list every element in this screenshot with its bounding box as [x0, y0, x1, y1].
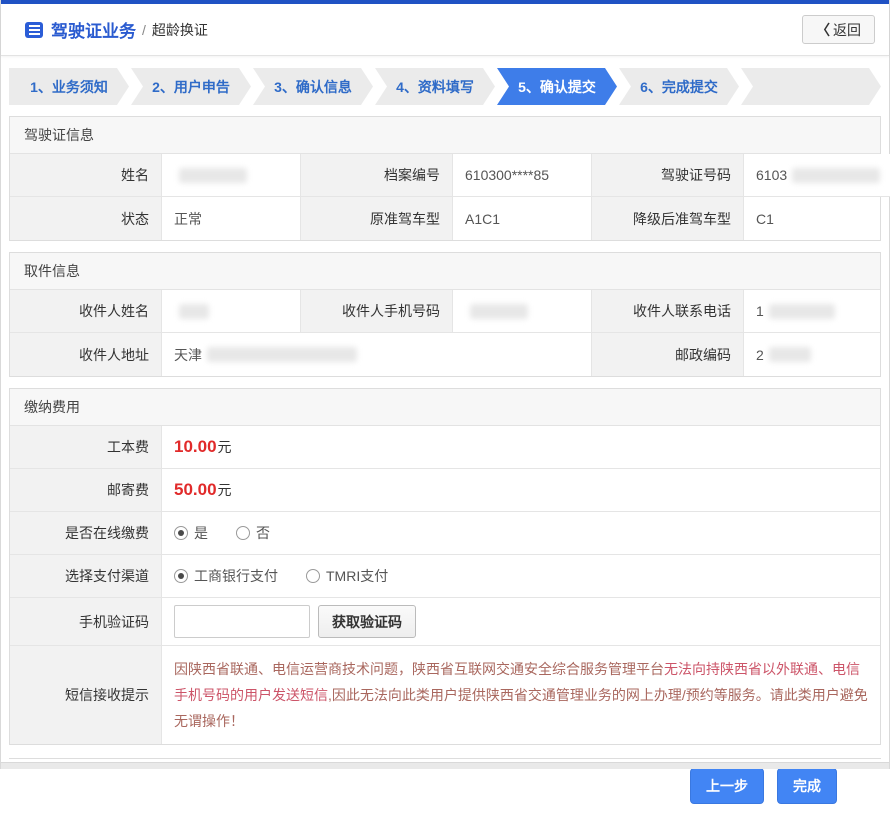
step-5-active[interactable]: 5、确认提交 [497, 68, 617, 105]
redacted-recipient-addr [207, 347, 357, 362]
pay-channel-options: 工商银行支付 TMRI支付 [162, 555, 880, 598]
step-navigation: 1、业务须知 2、用户申告 3、确认信息 4、资料填写 5、确认提交 6、完成提… [9, 68, 881, 105]
step-3[interactable]: 3、确认信息 [253, 68, 373, 105]
license-no-value: 6103 [744, 154, 890, 197]
online-pay-no-option[interactable]: 否 [236, 523, 270, 543]
payment-section-title: 缴纳费用 [10, 389, 880, 426]
orig-class-label: 原准驾车型 [301, 197, 453, 240]
file-no-label: 档案编号 [301, 154, 453, 197]
radio-checked-icon[interactable] [174, 526, 188, 540]
work-fee-label: 工本费 [10, 426, 162, 469]
sms-code-field: 获取验证码 [162, 598, 880, 646]
redacted-recipient-name [179, 304, 209, 319]
pickup-info-section: 取件信息 收件人姓名 收件人手机号码 收件人联系电话 1 收件人地址 天津 邮政… [9, 252, 881, 377]
sms-code-input[interactable] [174, 605, 310, 638]
sms-code-label: 手机验证码 [10, 598, 162, 646]
back-button[interactable]: 〈 返回 [802, 15, 875, 44]
recipient-name-value [162, 290, 301, 333]
status-value: 正常 [162, 197, 301, 240]
breadcrumb-separator: / [142, 22, 146, 38]
license-no-label: 驾驶证号码 [592, 154, 744, 197]
mail-fee-amount: 50.00 [174, 480, 217, 500]
step-6[interactable]: 6、完成提交 [619, 68, 739, 105]
license-info-section: 驾驶证信息 姓名 档案编号 610300****85 驾驶证号码 6103 状态… [9, 116, 881, 241]
finish-button[interactable]: 完成 [777, 768, 837, 804]
recipient-mobile-value [453, 290, 592, 333]
step-2[interactable]: 2、用户申告 [131, 68, 251, 105]
recipient-phone-value: 1 [744, 290, 880, 333]
downgrade-class-label: 降级后准驾车型 [592, 197, 744, 240]
work-fee-value: 10.00 元 [162, 426, 880, 469]
get-sms-code-button[interactable]: 获取验证码 [318, 605, 416, 638]
payment-section: 缴纳费用 工本费 10.00 元 邮寄费 50.00 元 是否在线缴费 是 否 [9, 388, 881, 745]
recipient-mobile-label: 收件人手机号码 [301, 290, 453, 333]
pay-channel-tmri-label: TMRI支付 [326, 566, 388, 586]
online-pay-options: 是 否 [162, 512, 880, 555]
recipient-addr-label: 收件人地址 [10, 333, 162, 376]
postal-code-value: 2 [744, 333, 880, 376]
back-button-label: 返回 [833, 20, 861, 40]
breadcrumb-current: 超龄换证 [152, 20, 208, 40]
radio-unchecked-icon[interactable] [306, 569, 320, 583]
online-pay-yes-option[interactable]: 是 [174, 523, 208, 543]
redacted-name [179, 168, 247, 183]
previous-step-button[interactable]: 上一步 [690, 768, 764, 804]
online-pay-no-label: 否 [256, 523, 270, 543]
step-4[interactable]: 4、资料填写 [375, 68, 495, 105]
page-title: 驾驶证业务 [51, 17, 136, 42]
license-section-title: 驾驶证信息 [10, 117, 880, 154]
sms-notice-label: 短信接收提示 [10, 646, 162, 744]
redacted-license-no [792, 168, 880, 183]
name-value [162, 154, 301, 197]
work-fee-amount: 10.00 [174, 437, 217, 457]
sms-notice-text: 因陕西省联通、电信运营商技术问题，陕西省互联网交通安全综合服务管理平台无法向持陕… [162, 646, 880, 744]
name-label: 姓名 [10, 154, 162, 197]
recipient-phone-label: 收件人联系电话 [592, 290, 744, 333]
online-pay-label: 是否在线缴费 [10, 512, 162, 555]
pay-channel-icbc-option[interactable]: 工商银行支付 [174, 566, 278, 586]
postal-code-label: 邮政编码 [592, 333, 744, 376]
step-bar-tail [741, 68, 881, 105]
orig-class-value: A1C1 [453, 197, 592, 240]
recipient-addr-value: 天津 [162, 333, 592, 376]
pay-channel-label: 选择支付渠道 [10, 555, 162, 598]
step-1[interactable]: 1、业务须知 [9, 68, 129, 105]
online-pay-yes-label: 是 [194, 523, 208, 543]
status-label: 状态 [10, 197, 162, 240]
mail-fee-value: 50.00 元 [162, 469, 880, 512]
recipient-name-label: 收件人姓名 [10, 290, 162, 333]
downgrade-class-value: C1 [744, 197, 880, 240]
sms-notice-part1: 因陕西省联通、电信运营商技术问题，陕西省互联网交通安全综合服务管理平台 [174, 661, 664, 677]
radio-checked-icon[interactable] [174, 569, 188, 583]
pay-channel-icbc-label: 工商银行支付 [194, 566, 278, 586]
file-no-value: 610300****85 [453, 154, 592, 197]
work-fee-unit: 元 [218, 437, 232, 457]
list-icon [25, 22, 43, 38]
pickup-section-title: 取件信息 [10, 253, 880, 290]
mail-fee-unit: 元 [218, 480, 232, 500]
radio-unchecked-icon[interactable] [236, 526, 250, 540]
page-header: 驾驶证业务 / 超龄换证 〈 返回 [1, 4, 889, 56]
chevron-left-icon: 〈 [816, 20, 830, 40]
redacted-recipient-phone [769, 304, 835, 319]
pay-channel-tmri-option[interactable]: TMRI支付 [306, 566, 388, 586]
redacted-postal-code [769, 347, 811, 362]
mail-fee-label: 邮寄费 [10, 469, 162, 512]
bottom-strip [1, 762, 889, 769]
redacted-recipient-mobile [470, 304, 528, 319]
